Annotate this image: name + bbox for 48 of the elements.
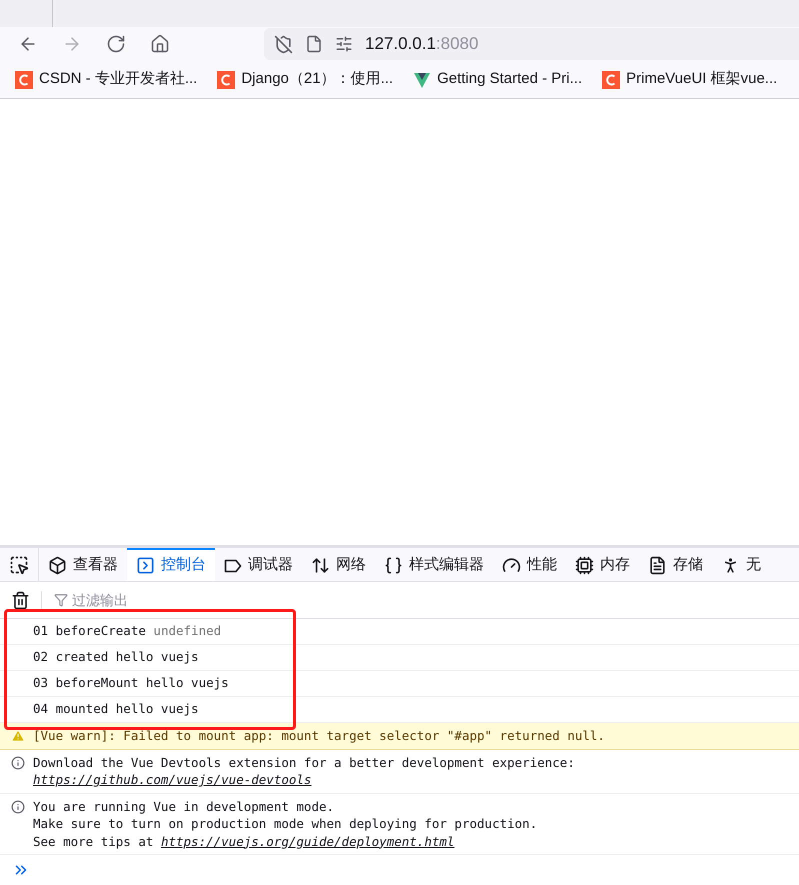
warning-icon: [11, 729, 25, 743]
log-message: 01 beforeCreate undefined: [33, 622, 222, 640]
url-text: 127.0.0.1:8080: [365, 33, 478, 56]
devtools-tab[interactable]: 无: [712, 548, 770, 581]
tag-icon: [224, 558, 242, 572]
shield-icon: [274, 34, 293, 54]
devtools-tab[interactable]: 样式编辑器: [375, 548, 493, 581]
arrows-icon: [311, 556, 330, 575]
message-text: Make sure to turn on production mode when deploying for production.: [33, 815, 538, 832]
log-message: 03 beforeMount hello vuejs: [33, 674, 229, 692]
document-icon: [648, 556, 667, 575]
devtools-tab[interactable]: 控制台: [127, 548, 215, 581]
message-text: You are running Vue in development mode.: [33, 798, 334, 815]
logo-icon: [602, 70, 620, 88]
gauge-icon: [502, 556, 521, 575]
url-field[interactable]: 127.0.0.1:8080: [264, 28, 799, 60]
message-text: Download the Vue Devtools extension for a better development experience:: [33, 754, 575, 771]
filter-icon: [54, 593, 68, 607]
devtools-tab[interactable]: 性能: [493, 548, 566, 581]
permissions-icon: [335, 35, 353, 53]
devtools-tab[interactable]: 内存: [566, 548, 639, 581]
log-message: 04 mounted hello vuejs: [33, 700, 199, 718]
message-text: See more tips at: [33, 832, 154, 850]
bookmark[interactable]: Getting Started - Pri...: [413, 68, 582, 91]
logo-icon: [15, 70, 33, 88]
braces-icon: [384, 556, 403, 575]
page-icon: [305, 35, 323, 53]
chip-icon: [575, 556, 594, 575]
log-message: 02 created hello vuejs: [33, 648, 199, 666]
info-icon: [11, 756, 25, 770]
box-icon: [48, 556, 67, 575]
filter-field[interactable]: 过滤输出: [72, 590, 253, 610]
info-icon: [11, 800, 25, 814]
devtools-tab[interactable]: 网络: [302, 548, 375, 581]
logo-icon: [217, 70, 236, 88]
link[interactable]: https://github.com/vuejs/vue-devtools: [33, 771, 312, 788]
link[interactable]: https://vuejs.org/guide/deployment.html: [160, 832, 454, 850]
bookmark[interactable]: Django（21）：使用...: [217, 68, 394, 91]
devtools-tab[interactable]: 调试器: [215, 548, 302, 581]
reload-icon[interactable]: [106, 34, 126, 54]
logo-icon: [413, 70, 432, 88]
home-icon[interactable]: [150, 34, 170, 54]
terminal-icon: [136, 556, 155, 575]
devtools-tab[interactable]: 存储: [639, 548, 712, 581]
bookmark[interactable]: PrimeVueUI 框架vue...: [602, 68, 778, 91]
bookmark[interactable]: CSDN - 专业开发者社...: [15, 68, 198, 91]
message-text: [Vue warn]: Failed to mount app: mount target selector "#app" returned null.: [33, 727, 605, 744]
devtools-tab[interactable]: 查看器: [39, 548, 127, 581]
